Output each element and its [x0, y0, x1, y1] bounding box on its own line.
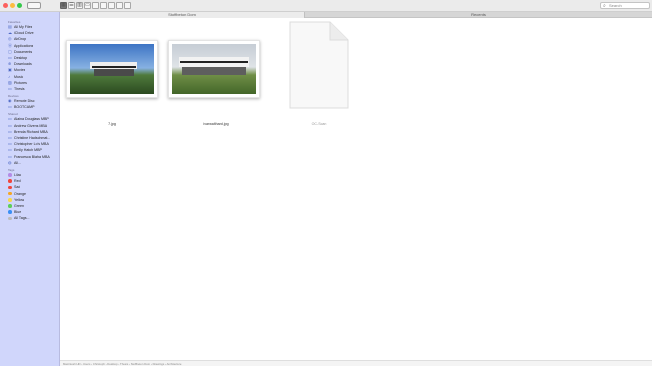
search-field[interactable]: ⌕ Search — [600, 2, 650, 9]
file-name-label[interactable]: OC-Scan — [286, 122, 352, 126]
view-controls: ▦ ☰ ▥ ▭ — [60, 2, 131, 9]
window-toolbar: ▦ ☰ ▥ ▭ ⌕ Search — [0, 0, 652, 12]
icon-view-button[interactable]: ▦ — [60, 2, 67, 9]
sidebar: Favorites ▤ All My Files ☁ iCloud Drive ◎ AirD… — [0, 12, 60, 366]
tag-color-dot-icon — [8, 179, 12, 183]
zoom-window-button[interactable] — [17, 3, 22, 8]
list-view-button[interactable]: ☰ — [68, 2, 75, 9]
search-icon: ⌕ — [603, 3, 606, 9]
file-thumbnail-ivarwalthard[interactable] — [168, 40, 260, 98]
sidebar-item-label: BOOTCAMP — [14, 105, 35, 110]
sidebar-toggle-button[interactable] — [27, 2, 41, 9]
column-view-button[interactable]: ▥ — [76, 2, 83, 9]
tag-color-dot-icon — [8, 204, 12, 208]
action-menu-button[interactable] — [100, 2, 107, 9]
sidebar-item-all[interactable]: ◍ All... — [0, 160, 59, 166]
arrange-button[interactable] — [92, 2, 99, 9]
tag-color-dot-icon — [8, 216, 12, 221]
file-browser-content: 7.jpg ivarwalthard.jpg OC-Scan — [60, 18, 652, 360]
sidebar-item-bootcamp[interactable]: ▭ BOOTCAMP — [0, 104, 59, 110]
file-name-label[interactable]: ivarwalthard.jpg — [184, 122, 248, 126]
back-button[interactable] — [124, 2, 131, 9]
sidebar-item-thesis[interactable]: ▭ Thesis — [0, 86, 59, 92]
file-name-label[interactable]: 7.jpg — [80, 122, 144, 126]
tag-color-dot-icon — [8, 198, 12, 202]
minimize-window-button[interactable] — [10, 3, 15, 8]
share-button[interactable] — [108, 2, 115, 9]
document-file-icon[interactable] — [286, 20, 352, 112]
tag-color-dot-icon — [8, 210, 12, 214]
gallery-view-button[interactable]: ▭ — [84, 2, 91, 9]
villa-photo-image — [172, 44, 256, 94]
file-thumbnail-7[interactable] — [66, 40, 158, 98]
villa-photo-image — [70, 44, 154, 94]
sidebar-item-label: Thesis — [14, 86, 25, 91]
tag-color-dot-icon — [8, 185, 12, 190]
tags-button[interactable] — [116, 2, 123, 9]
tag-color-dot-icon — [8, 191, 12, 196]
close-window-button[interactable] — [3, 3, 8, 8]
tag-color-dot-icon — [8, 173, 12, 177]
sidebar-item-all-tags[interactable]: All Tags... — [0, 215, 59, 221]
search-placeholder: Search — [609, 3, 622, 8]
sidebar-item-label: All... — [14, 160, 21, 165]
sidebar-item-label: All Tags... — [14, 216, 30, 221]
path-bar: Macintosh HD › Users › Christoph › Deskt… — [60, 360, 652, 366]
